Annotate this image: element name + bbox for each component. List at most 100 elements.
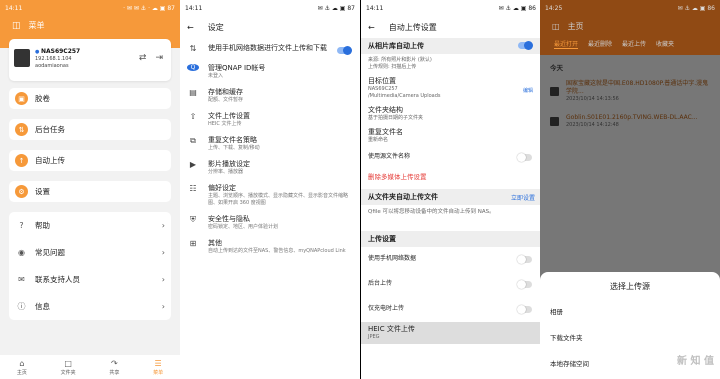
- menu-item-help[interactable]: ? 帮助 ›: [9, 212, 171, 239]
- mobile-data-toggle[interactable]: [337, 46, 352, 55]
- setting-other[interactable]: ⊞ 其他 自动上传到达的文件至NAS、警告信息、myQNAPcloud Link: [180, 235, 360, 259]
- tab-favorites[interactable]: 收藏夹: [656, 39, 674, 49]
- nav-folders[interactable]: □ 文件夹: [61, 359, 76, 376]
- setting-storage-cache[interactable]: ▤ 存储和缓存 配额、文件暂存: [180, 84, 360, 108]
- home-screen: 14:25 ✉ ⚓ ☁ ▣ 86 ◫ 主页 最近打开 最近删除 最近上传 收藏夹 今…: [540, 0, 720, 379]
- video-file-icon: [550, 116, 559, 126]
- upload-icon: ↑: [15, 154, 28, 167]
- section-upload-settings: 上传设置: [361, 231, 541, 247]
- setting-subtitle: 基于拍摄日期的子文件夹: [368, 115, 424, 121]
- nav-share[interactable]: ↷ 共享: [109, 359, 119, 376]
- setting-mobile-data[interactable]: ⇅ 使用手机网络数据进行文件上传和下载: [180, 38, 360, 60]
- use-original-name[interactable]: 使用源文件名称: [361, 147, 541, 169]
- list-item[interactable]: 国家宝藏这就是中国.E08.HD1080P.普通话中字.漫鬼学院... 2023/…: [540, 74, 720, 108]
- setup-now-link[interactable]: 立即设置: [511, 193, 535, 202]
- target-location[interactable]: 目标位置 NAS69C257/Multimedia/Camera Uploads 编…: [361, 74, 541, 103]
- setting-qnap-id[interactable]: Q 管理QNAP ID帐号 未登入: [180, 60, 360, 84]
- page-title: 主页: [567, 22, 584, 31]
- setting-preferences[interactable]: ☷ 偏好设定 主题、浏览顺序、播放模式、显示隐藏文件、显示影音文件缩略图、如果开启 …: [180, 180, 360, 211]
- nav-label: 共享: [109, 369, 120, 376]
- menu-screen: 14:11 · ✉ ✉ ⚓ · ☁ ▣ 87 ◫ 菜单 ● NAS69C257 19…: [0, 0, 180, 379]
- setting-file-upload[interactable]: ⇧ 文件上传设置 HEIC 文件上传: [180, 108, 360, 132]
- nav-menu[interactable]: ☰ 菜单: [153, 359, 163, 376]
- status-time: 14:11: [366, 4, 384, 12]
- back-arrow-icon[interactable]: ←: [187, 23, 194, 32]
- setting-title: 管理QNAP ID帐号: [208, 64, 266, 72]
- source-text: 来源: 所有照片和影片 (默认): [368, 57, 432, 63]
- tab-recent-uploaded[interactable]: 最近上传: [622, 39, 646, 49]
- sliders-icon: ☷: [189, 184, 197, 193]
- setting-video-playback[interactable]: ▶ 影片播放设定 分辨率、播放器: [180, 156, 360, 180]
- tab-recent-deleted[interactable]: 最近删除: [588, 39, 612, 49]
- video-file-icon: [550, 86, 559, 96]
- watermark: 新 知 值: [677, 356, 714, 367]
- logout-icon[interactable]: ⇥: [155, 53, 163, 63]
- duplicate-filename[interactable]: 重复文件名 重新命名: [361, 125, 541, 147]
- setting-subtitle: 密码锁定、地区、用户体验计划: [208, 224, 279, 230]
- device-ip: 192.168.1.104: [35, 56, 72, 62]
- setting-title: 重复文件名: [368, 128, 403, 136]
- photo-upload-toggle[interactable]: [518, 41, 533, 50]
- list-item[interactable]: Goblin.S01E01.2160p.TVING.WEB-DL.AAC... 2…: [540, 108, 720, 134]
- original-name-toggle[interactable]: [517, 153, 532, 162]
- menu-item-settings[interactable]: ⚙ 设置: [9, 181, 171, 202]
- heic-upload[interactable]: HEIC 文件上传 JPEG: [361, 322, 541, 344]
- chevron-right-icon: ›: [161, 275, 165, 284]
- setting-duplicate-name[interactable]: ⧉ 重复文件名策略 上传、下载、复制/移动: [180, 132, 360, 156]
- switch-device-icon[interactable]: ⇄: [139, 53, 147, 63]
- mobile-data-toggle[interactable]: [517, 255, 532, 264]
- chat-icon: ✉: [18, 275, 25, 284]
- option-album[interactable]: 相册: [540, 298, 720, 324]
- setting-title: 文件夹结构: [368, 106, 403, 114]
- menu-item-info[interactable]: ⓘ 信息 ›: [9, 293, 171, 320]
- menu-item-auto-upload[interactable]: ↑ 自动上传: [9, 150, 171, 171]
- mobile-data-icon: ⇅: [189, 44, 197, 53]
- tasks-icon: ⇅: [15, 123, 28, 136]
- menu-item-label: 设置: [35, 187, 50, 196]
- setting-title: HEIC 文件上传: [368, 325, 415, 333]
- option-download-folder[interactable]: 下载文件夹: [540, 324, 720, 350]
- charge-only-upload[interactable]: 仅充电时上传: [361, 297, 541, 322]
- desc-text: Qfile 可以将您移动设备中的文件自动上传到 NAS。: [368, 209, 495, 215]
- menu-item-faq[interactable]: ◉ 常见问题 ›: [9, 239, 171, 266]
- setting-security-privacy[interactable]: ⛨ 安全性与隐私 密码锁定、地区、用户体验计划: [180, 211, 360, 235]
- section-title: 从相片库自动上传: [368, 42, 424, 50]
- info-icon: ⓘ: [17, 302, 26, 311]
- status-icons: ✉ ⚓ ☁ ▣ 86: [677, 4, 715, 12]
- upload-icon: ⇧: [189, 112, 197, 121]
- setting-title: 偏好设定: [208, 184, 236, 192]
- nav-home[interactable]: ⌂ 主页: [17, 359, 27, 376]
- background-toggle[interactable]: [517, 280, 532, 289]
- device-card[interactable]: ● NAS69C257 192.168.1.104 aodamiaonas ⇄ ⇥: [9, 39, 171, 81]
- delete-label: 删除多媒体上传设置: [368, 173, 427, 181]
- upload-source[interactable]: 来源: 所有照片和影片 (默认) 上传规则: 扫描后上传: [361, 54, 541, 74]
- edit-link[interactable]: 编辑: [523, 87, 533, 94]
- charging-toggle[interactable]: [517, 305, 532, 314]
- sheet-title: 选择上传源: [610, 282, 650, 291]
- setting-subtitle: 配额、文件暂存: [208, 97, 244, 103]
- connected-dot-icon: ●: [35, 49, 40, 55]
- background-upload[interactable]: 后台上传: [361, 272, 541, 297]
- menu-item-film[interactable]: ▣ 胶卷: [9, 88, 171, 109]
- menu-item-contact-support[interactable]: ✉ 联系支持人员 ›: [9, 266, 171, 293]
- menu-item-background-tasks[interactable]: ⇅ 后台任务: [9, 119, 171, 140]
- folder-upload-desc: Qfile 可以将您移动设备中的文件自动上传到 NAS。: [361, 205, 541, 231]
- back-arrow-icon[interactable]: ←: [368, 23, 375, 32]
- delete-upload-settings[interactable]: 删除多媒体上传设置: [361, 169, 541, 185]
- help-icon: ?: [19, 221, 24, 230]
- home-tabs: 最近打开 最近删除 最近上传 收藏夹: [540, 39, 720, 49]
- menu-item-label: 信息: [35, 302, 50, 311]
- folder-structure[interactable]: 文件夹结构 基于拍摄日期的子文件夹: [361, 103, 541, 125]
- copy-icon: ⧉: [190, 136, 196, 145]
- device-name: NAS69C257: [40, 48, 81, 55]
- setting-subtitle: 自动上传到达的文件至NAS、警告信息、myQNAPcloud Link: [208, 248, 346, 254]
- gear-icon: ⚙: [15, 185, 28, 198]
- menu-item-label: 胶卷: [35, 94, 50, 103]
- file-date: 2023/10/14 14:12:48: [566, 122, 619, 128]
- use-mobile-data[interactable]: 使用手机网络数据: [361, 247, 541, 272]
- setting-title: 后台上传: [368, 280, 393, 287]
- nav-label: 菜单: [153, 369, 164, 376]
- device-user: aodamiaonas: [35, 63, 69, 69]
- share-icon: ↷: [111, 358, 118, 368]
- tab-recent-opened[interactable]: 最近打开: [554, 39, 579, 49]
